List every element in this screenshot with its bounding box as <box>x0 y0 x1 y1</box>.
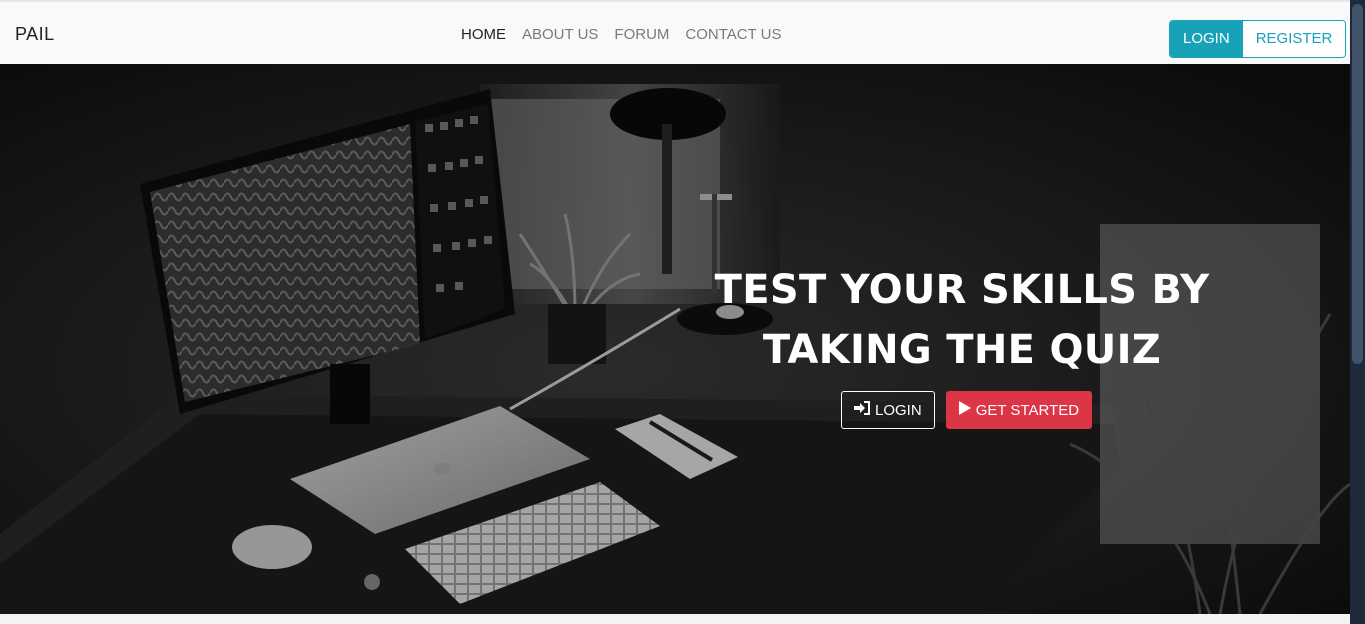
hero-headline: TEST YOUR SKILLS BY TAKING THE QUIZ <box>712 260 1212 380</box>
page-bottom-strip <box>0 614 1350 624</box>
hero-login-button[interactable]: LOGIN <box>841 391 935 429</box>
brand-logo[interactable]: PAIL <box>15 24 55 45</box>
login-button[interactable]: LOGIN <box>1170 21 1243 57</box>
nav-about-us[interactable]: ABOUT US <box>522 26 598 43</box>
hero-headline-line-2: TAKING THE QUIZ <box>762 327 1162 373</box>
navbar: PAIL HOME ABOUT US FORUM CONTACT US LOGI… <box>0 0 1350 64</box>
get-started-label: GET STARTED <box>975 401 1080 419</box>
nav-forum[interactable]: FORUM <box>614 26 669 43</box>
nav-contact-us[interactable]: CONTACT US <box>685 26 781 43</box>
get-started-button[interactable]: GET STARTED <box>945 391 1093 429</box>
nav-links: HOME ABOUT US FORUM CONTACT US <box>461 26 782 43</box>
page: PAIL HOME ABOUT US FORUM CONTACT US LOGI… <box>0 0 1350 624</box>
vertical-scrollbar[interactable] <box>1350 0 1365 624</box>
hero-login-label: LOGIN <box>875 401 922 419</box>
sign-in-icon <box>854 401 870 419</box>
nav-home[interactable]: HOME <box>461 26 506 43</box>
scrollbar-thumb[interactable] <box>1352 4 1363 364</box>
hero-banner: TEST YOUR SKILLS BY TAKING THE QUIZ LOGI… <box>0 64 1350 614</box>
register-button[interactable]: REGISTER <box>1242 21 1346 57</box>
auth-button-group: LOGIN REGISTER <box>1169 20 1347 58</box>
hero-cta-row: LOGIN GET STARTED <box>841 391 1093 429</box>
hero-headline-line-1: TEST YOUR SKILLS BY <box>714 267 1210 313</box>
play-icon <box>958 401 971 419</box>
